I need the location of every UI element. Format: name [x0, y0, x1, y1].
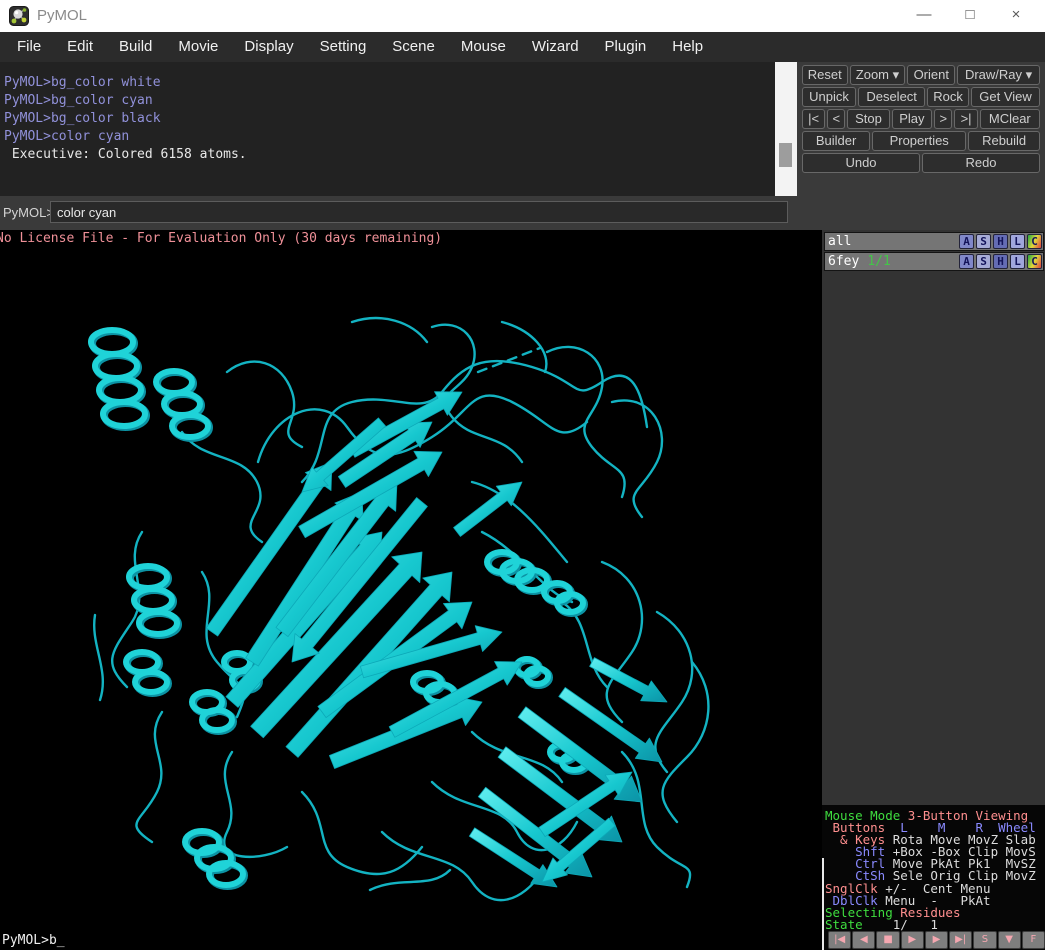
console-line: PyMOL>bg_color black [4, 110, 775, 128]
pymol-app-icon [9, 6, 29, 26]
mouse-help-panel: Mouse Mode 3-Button Viewing Buttons L M … [822, 805, 1045, 950]
menu-bar: FileEditBuildMovieDisplaySettingSceneMou… [0, 32, 1045, 62]
menu-scene[interactable]: Scene [379, 32, 448, 62]
stop-button[interactable]: Stop [847, 109, 889, 129]
movie-s-button[interactable]: S [973, 931, 996, 949]
menu-wizard[interactable]: Wizard [519, 32, 592, 62]
play-button[interactable]: Play [892, 109, 933, 129]
object-6fey-S-button[interactable]: S [976, 254, 991, 269]
orient-button[interactable]: Orient [907, 65, 955, 85]
get-view-button[interactable]: Get View [971, 87, 1040, 107]
side-panel: allASHLC6fey1/1ASHLC Mouse Mode 3-Button… [822, 230, 1045, 950]
menu-movie[interactable]: Movie [165, 32, 231, 62]
menu-mouse[interactable]: Mouse [448, 32, 519, 62]
console-line: Executive: Colored 6158 atoms. [4, 146, 775, 164]
object-all-L-button[interactable]: L [1010, 234, 1025, 249]
menu-display[interactable]: Display [231, 32, 306, 62]
protein-loops [94, 318, 708, 900]
object-6fey-C-button[interactable]: C [1027, 254, 1042, 269]
movie-f-button[interactable]: F [1022, 931, 1045, 949]
object-row-buttons: ASHLC [959, 253, 1042, 270]
object-row-all[interactable]: all ASHLC [824, 232, 1044, 251]
prompt-label: PyMOL> [3, 196, 54, 230]
object-all-S-button[interactable]: S [976, 234, 991, 249]
draw-ray-dropdown-button[interactable]: Draw/Ray ▾ [957, 65, 1040, 85]
control-panel-row: ResetZoom ▾OrientDraw/Ray ▾ [802, 65, 1040, 85]
object-panel: all ASHLC 6fey 1/1 ASHLC [824, 232, 1044, 272]
mouse-help-segment: State [825, 917, 870, 932]
console-scrollbar[interactable] [775, 62, 797, 196]
properties-button[interactable]: Properties [872, 131, 966, 151]
protein-structure[interactable] [0, 230, 822, 950]
control-panel-row: UndoRedo [802, 153, 1040, 173]
movie-back-button[interactable]: ◀ [852, 931, 875, 949]
movie-stop-button[interactable]: ■ [876, 931, 899, 949]
console-line: PyMOL>color cyan [4, 128, 775, 146]
zoom-dropdown-button[interactable]: Zoom ▾ [850, 65, 906, 85]
deselect-button[interactable]: Deselect [858, 87, 925, 107]
maximize-button[interactable]: □ [947, 0, 993, 32]
panel-scroll-divider [822, 858, 824, 950]
redo-button[interactable]: Redo [922, 153, 1040, 173]
step-back-button[interactable]: < [827, 109, 845, 129]
console-line: PyMOL>bg_color white [4, 74, 775, 92]
movie-playback-bar: |◀◀■▶▶▶|S▼F [828, 931, 1045, 949]
mouse-help-lines: Mouse Mode 3-Button Viewing Buttons L M … [822, 805, 1045, 931]
step-forward-button[interactable]: > [934, 109, 952, 129]
command-input[interactable] [50, 201, 788, 223]
movie-play-button[interactable]: ▶ [901, 931, 924, 949]
builder-button[interactable]: Builder [802, 131, 870, 151]
mouse-help-line-9[interactable]: State 1/ 1 [825, 919, 1045, 931]
object-6fey-L-button[interactable]: L [1010, 254, 1025, 269]
object-6fey-H-button[interactable]: H [993, 254, 1008, 269]
menu-help[interactable]: Help [659, 32, 716, 62]
close-button[interactable]: × [993, 0, 1039, 32]
undo-button[interactable]: Undo [802, 153, 920, 173]
console-line: PyMOL>bg_color cyan [4, 92, 775, 110]
object-row-buttons: ASHLC [959, 233, 1042, 250]
object-all-H-button[interactable]: H [993, 234, 1008, 249]
viewport-prompt: PyMOL>b_ [2, 933, 65, 948]
title-bar: PyMOL — □ × [0, 0, 1045, 32]
movie-last-button[interactable]: ▶| [949, 931, 972, 949]
rebuild-button[interactable]: Rebuild [968, 131, 1040, 151]
window-title: PyMOL [37, 0, 87, 32]
viewport-3d[interactable]: No License File - For Evaluation Only (3… [0, 230, 822, 950]
object-name: all [828, 234, 851, 249]
console-output: PyMOL>bg_color whitePyMOL>bg_color cyanP… [0, 62, 775, 196]
reset-button[interactable]: Reset [802, 65, 848, 85]
control-panel-row: BuilderPropertiesRebuild [802, 131, 1040, 151]
rock-button[interactable]: Rock [927, 87, 969, 107]
movie-down-button[interactable]: ▼ [998, 931, 1021, 949]
menu-build[interactable]: Build [106, 32, 165, 62]
control-panel-row: UnpickDeselectRockGet View [802, 87, 1040, 107]
object-row-6fey[interactable]: 6fey 1/1 ASHLC [824, 252, 1044, 271]
control-panel: ResetZoom ▾OrientDraw/Ray ▾UnpickDeselec… [797, 62, 1045, 230]
mclear-button[interactable]: MClear [980, 109, 1040, 129]
menu-setting[interactable]: Setting [307, 32, 380, 62]
license-banner: No License File - For Evaluation Only (3… [0, 231, 442, 246]
object-all-C-button[interactable]: C [1027, 234, 1042, 249]
movie-first-button[interactable]: |◀ [828, 931, 851, 949]
object-state: 1/1 [867, 254, 890, 269]
command-input-row: PyMOL> [0, 196, 797, 230]
unpick-button[interactable]: Unpick [802, 87, 856, 107]
menu-plugin[interactable]: Plugin [592, 32, 660, 62]
movie-forward-button[interactable]: ▶ [925, 931, 948, 949]
protein-beta-strands [206, 392, 667, 887]
object-all-A-button[interactable]: A [959, 234, 974, 249]
object-name: 6fey [828, 254, 859, 269]
console-scrollbar-thumb[interactable] [779, 143, 792, 167]
control-panel-row: |<<StopPlay>>|MClear [802, 109, 1040, 129]
menu-file[interactable]: File [4, 32, 54, 62]
minimize-button[interactable]: — [901, 0, 947, 32]
mouse-help-segment: 1/ 1 [870, 917, 938, 932]
go-first-button[interactable]: |< [802, 109, 825, 129]
object-6fey-A-button[interactable]: A [959, 254, 974, 269]
menu-edit[interactable]: Edit [54, 32, 106, 62]
go-last-button[interactable]: >| [954, 109, 977, 129]
